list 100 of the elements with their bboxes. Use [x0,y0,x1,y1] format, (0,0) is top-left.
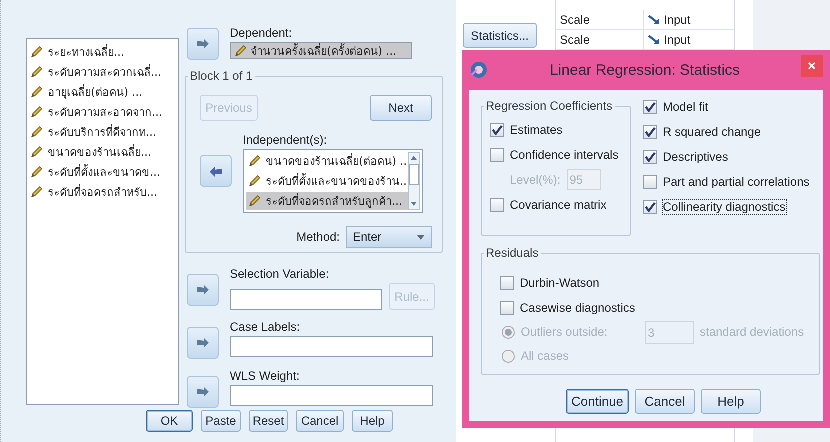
variable-item[interactable]: ระดับที่จอดรถสำหรับ... [48,183,158,201]
wls-weight-field[interactable] [230,385,433,406]
case-labels-field[interactable] [230,336,433,357]
group-title: Residuals [484,246,541,260]
selection-variable-field[interactable] [230,289,382,310]
statistics-button[interactable]: Statistics... [463,23,537,48]
pencil-icon [248,154,262,168]
next-button[interactable]: Next [370,95,432,121]
checkbox[interactable] [643,150,657,164]
checkbox-label: Collinearity diagnostics [663,200,786,214]
pencil-icon [30,65,44,79]
pencil-icon [248,194,262,208]
dialog-button[interactable]: Help [701,389,761,414]
checkbox[interactable] [490,122,504,136]
radio-label: Outliers outside: [521,325,609,339]
arrow-right-icon [196,284,210,296]
dependent-field[interactable]: จำนวนครั้งเฉลี่ย(ครั้งต่อคน) ... [230,42,412,59]
dialog-title: Linear Regression: Statistics [548,62,742,78]
dialog-button[interactable]: Paste [201,410,241,432]
dialog-button[interactable]: Help [352,410,393,432]
arrow-right-icon [196,337,210,349]
pencil-icon [30,105,44,119]
independents-label: Independent(s): [243,133,328,147]
dialog-button[interactable]: Reset [249,410,288,432]
move-arrow-button[interactable] [187,274,219,306]
checkbox[interactable] [643,200,657,214]
checkbox[interactable] [500,276,514,290]
variable-item[interactable]: ระดับบริการที่ดีจากท... [48,123,156,141]
pencil-icon [30,185,44,199]
app-logo-icon [469,60,489,80]
group-title: Regression Coefficients [484,99,615,113]
checkbox-label: Descriptives [663,150,728,164]
move-arrow-button[interactable] [200,155,232,187]
pencil-icon [30,45,44,59]
arrow-right-icon [196,386,210,398]
pencil-icon [30,145,44,159]
checkbox-label: Model fit [663,100,708,114]
checkbox-label: Confidence intervals [510,148,619,162]
dialog-button[interactable]: Cancel [296,410,344,432]
dialog-button[interactable]: Continue [566,389,629,414]
arrow-right-icon [196,38,210,50]
checkbox-label: Durbin-Watson [520,276,600,290]
variable-list[interactable]: ระยะทางเฉลี่ย... ระดับความสะดวกเฉลี่... อายุเฉลี่ย(ต่อคน) ... ระดับความสะอาดจาก... ระดับบริการที่ดีจากท... ขนาดของร้านเฉลี่ย... ระดับที่ตั้งและขนาดข... ระดับที่จอดรถสำหรับ... [26,38,179,405]
checkbox-label: Covariance matrix [510,198,607,212]
case-labels-label: Case Labels: [230,320,302,334]
dialog-button[interactable]: OK [146,410,193,432]
dropdown-caret-icon [417,234,425,240]
checkbox[interactable] [643,100,657,114]
pencil-icon [248,174,262,188]
variable-item[interactable]: อายุเฉลี่ย(ต่อคน) ... [48,83,143,101]
input-role-icon [648,35,660,45]
table-cell: Input [664,33,691,47]
pencil-icon [234,44,248,58]
dialog-button[interactable]: Cancel [635,389,695,414]
input-role-icon [648,15,660,25]
checkbox[interactable] [490,148,504,162]
move-arrow-button[interactable] [187,376,219,408]
block-title: Block 1 of 1 [188,69,255,83]
checkmark-icon [644,102,656,112]
selection-variable-label: Selection Variable: [230,267,330,281]
checkbox[interactable] [643,174,657,188]
checkbox[interactable] [500,300,514,314]
variable-item[interactable]: ขนาดของร้านเฉลี่ย... [48,143,152,161]
independent-item[interactable]: ระดับที่ตั้งและขนาดของร้าน... [246,172,408,190]
arrow-left-icon [209,165,223,177]
variable-item[interactable]: ระดับความสะดวกเฉลี่... [48,63,162,81]
variable-item[interactable]: ระดับความสะอาดจาก... [48,103,162,121]
dependent-value: จำนวนครั้งเฉลี่ย(ครั้งต่อคน) ... [251,43,397,58]
checkbox-label: R squared change [663,124,762,138]
pencil-icon [30,125,44,139]
method-dropdown[interactable]: Enter [346,226,432,248]
method-label: Method: [296,230,340,244]
checkbox[interactable] [643,124,657,138]
variable-item[interactable]: ระดับที่ตั้งและขนาดข... [48,163,160,181]
checkmark-icon [644,152,656,162]
wls-weight-label: WLS Weight: [230,369,301,383]
checkmark-icon [644,202,656,212]
independents-list[interactable]: ขนาดของร้านเฉลี่ย(ต่อคน) ... ระดับที่ตั้งและขนาดของร้าน... ระดับที่จอดรถสำหรับลูกค้า... [243,149,423,213]
checkbox-label: Estimates [510,122,563,136]
checkbox-label: Part and partial correlations [663,174,810,188]
dependent-label: Dependent: [230,26,294,40]
variable-item[interactable]: ระยะทางเฉลี่ย... [48,43,124,61]
pencil-icon [30,165,44,179]
checkbox[interactable] [490,198,504,212]
level-label: Level(%): [510,172,561,186]
close-button[interactable] [801,55,823,77]
unit-label: standard deviations [700,325,804,339]
checkmark-icon [644,126,656,136]
radio-label: All cases [521,349,570,363]
independent-item[interactable]: ขนาดของร้านเฉลี่ย(ต่อคน) ... [246,152,408,170]
close-icon [808,62,816,70]
independent-item[interactable]: ระดับที่จอดรถสำหรับลูกค้า... [246,192,408,210]
table-cell: Scale [556,10,644,30]
table-cell: Input [664,13,691,27]
checkbox-label: Casewise diagnostics [520,300,636,314]
checkmark-icon [492,124,502,134]
pencil-icon [30,85,44,99]
move-arrow-button[interactable] [187,327,219,359]
move-arrow-button[interactable] [187,28,219,60]
scrollbar-drawing [408,152,420,210]
